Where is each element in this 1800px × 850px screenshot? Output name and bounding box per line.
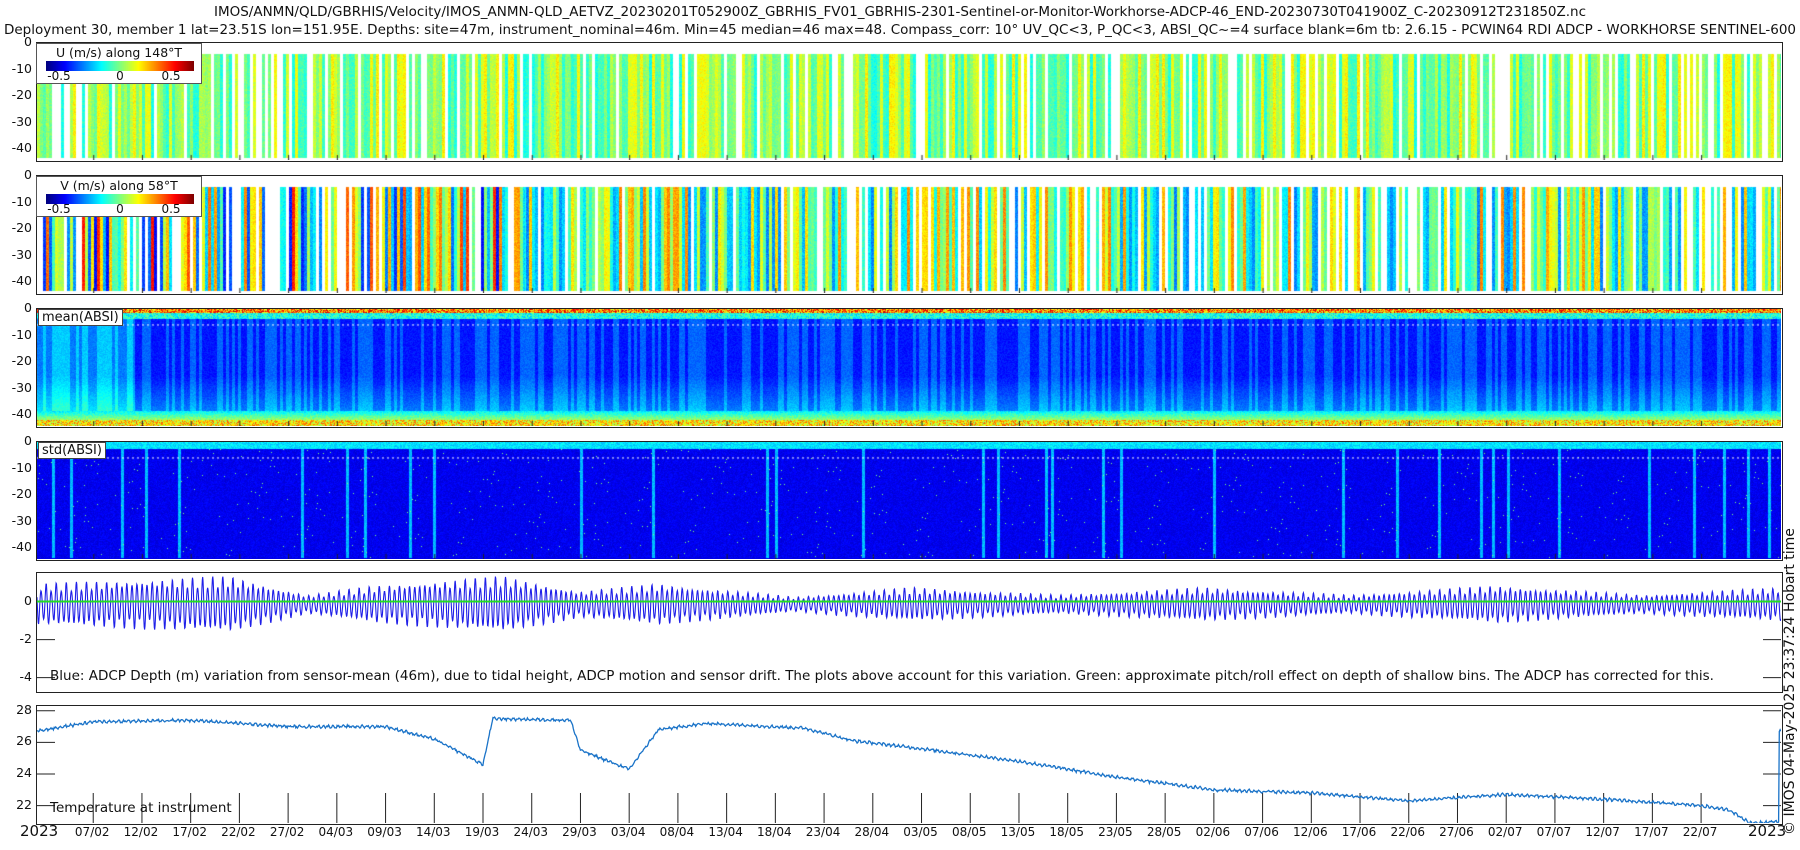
x-tick-label: 03/04 xyxy=(610,825,646,839)
colorbar-tick: 0 xyxy=(116,69,124,83)
y-tick-label: -20 xyxy=(11,220,32,236)
y-tick-label: -40 xyxy=(11,273,32,289)
x-tick-label: 22/02 xyxy=(221,825,256,839)
x-tick-label: 07/02 xyxy=(74,825,110,839)
x-tick-label: 12/02 xyxy=(123,825,159,839)
y-tick-label: -4 xyxy=(19,668,32,684)
colorbar-tick: 0.5 xyxy=(161,69,181,83)
y-tick-label: 24 xyxy=(16,764,32,780)
x-tick-label: 22/06 xyxy=(1390,825,1426,839)
x-tick-label: 28/04 xyxy=(854,825,890,839)
y-tick-label: -10 xyxy=(11,459,32,475)
y-tick-label: 0 xyxy=(24,300,32,315)
x-tick-label: 19/03 xyxy=(464,825,500,839)
x-tick-label: 12/06 xyxy=(1293,825,1328,839)
u-legend-title: U (m/s) along 148°T xyxy=(55,45,183,60)
temperature-label: Temperature at instrument xyxy=(50,800,232,816)
x-tick-label: 08/05 xyxy=(951,825,987,839)
y-tick-label: 0 xyxy=(24,433,32,448)
u-velocity-heatmap-panel xyxy=(36,42,1783,162)
mean-absi-label: mean(ABSI) xyxy=(38,309,123,326)
x-tick-label: 17/07 xyxy=(1634,825,1669,839)
x-axis-start-year: 2023 xyxy=(20,822,59,840)
v-velocity-heatmap xyxy=(37,176,1781,293)
y-tick-label: -40 xyxy=(11,539,32,555)
x-tick-label: 17/02 xyxy=(172,825,207,839)
colorbar-tick: 0 xyxy=(116,202,124,216)
x-tick-label: 13/05 xyxy=(1000,825,1036,839)
v-velocity-heatmap-panel xyxy=(36,175,1783,295)
y-tick-label: 26 xyxy=(16,733,32,749)
x-tick-label: 14/03 xyxy=(415,825,451,839)
x-tick-label: 12/07 xyxy=(1585,825,1620,839)
u-colorbar-legend: U (m/s) along 148°T -0.5 0 0.5 xyxy=(36,43,202,84)
x-tick-label: 28/05 xyxy=(1146,825,1182,839)
u-velocity-heatmap xyxy=(37,43,1781,160)
std-absi-label: std(ABSI) xyxy=(38,442,106,459)
x-tick-label: 29/03 xyxy=(562,825,597,839)
y-tick-label: -20 xyxy=(11,486,32,502)
y-tick-label: 0 xyxy=(24,592,32,608)
y-tick-label: -2 xyxy=(19,630,32,646)
x-axis-end-year: 2023 xyxy=(1748,822,1787,840)
y-tick-label: -30 xyxy=(11,379,32,395)
y-tick-label: -40 xyxy=(11,406,32,422)
copyright-timestamp: © IMOS 04-May-2025 23:37:24 Hobart time xyxy=(1782,528,1798,835)
x-tick-label: 23/05 xyxy=(1098,825,1133,839)
y-tick-label: -20 xyxy=(11,353,32,369)
x-tick-label: 27/06 xyxy=(1439,825,1474,839)
figure-title-line2: Deployment 30, member 1 lat=23.51S lon=1… xyxy=(3,22,1796,38)
temperature-plot xyxy=(37,710,1781,823)
colorbar-tick: -0.5 xyxy=(47,69,71,83)
y-tick-label: -10 xyxy=(11,193,32,209)
x-tick-label: 24/03 xyxy=(513,825,549,839)
x-tick-label: 18/04 xyxy=(757,825,792,839)
x-tick-label: 08/04 xyxy=(659,825,695,839)
x-tick-label: 07/06 xyxy=(1244,825,1279,839)
y-tick-label: -30 xyxy=(11,246,32,262)
y-tick-label: -30 xyxy=(11,113,32,129)
x-tick-label: 02/06 xyxy=(1195,825,1231,839)
x-tick-label: 13/04 xyxy=(708,825,743,839)
y-tick-label: 22 xyxy=(16,796,32,812)
x-tick-label: 07/07 xyxy=(1536,825,1572,839)
y-tick-label: -10 xyxy=(11,60,32,76)
x-tick-label: 22/07 xyxy=(1682,825,1718,839)
y-tick-label: -10 xyxy=(11,326,32,342)
x-tick-label: 27/02 xyxy=(269,825,305,839)
depth-plot-note: Blue: ADCP Depth (m) variation from sens… xyxy=(50,668,1714,684)
y-tick-label: -30 xyxy=(11,512,32,528)
y-tick-label: -20 xyxy=(11,87,32,103)
x-tick-label: 09/03 xyxy=(367,825,402,839)
depth-variation-line xyxy=(37,576,1781,632)
x-tick-label: 03/05 xyxy=(903,825,938,839)
y-tick-label: 28 xyxy=(16,701,32,717)
mean-absi-heatmap-panel xyxy=(36,308,1783,428)
v-legend-title: V (m/s) along 58°T xyxy=(60,178,178,193)
v-colorbar-legend: V (m/s) along 58°T -0.5 0 0.5 xyxy=(36,176,202,217)
colorbar-tick: -0.5 xyxy=(47,202,71,216)
colorbar-tick: 0.5 xyxy=(161,202,181,216)
x-tick-label: 04/03 xyxy=(318,825,354,839)
std-absi-heatmap xyxy=(37,442,1781,559)
x-tick-label: 23/04 xyxy=(805,825,841,839)
y-tick-label: 0 xyxy=(24,34,32,49)
std-absi-heatmap-panel xyxy=(36,441,1783,561)
x-tick-label: 17/06 xyxy=(1341,825,1377,839)
temperature-panel xyxy=(36,705,1783,825)
y-tick-label: 0 xyxy=(24,167,32,182)
temperature-line xyxy=(37,716,1781,823)
x-tick-label: 18/05 xyxy=(1049,825,1084,839)
figure-title-line1: IMOS/ANMN/QLD/GBRHIS/Velocity/IMOS_ANMN-… xyxy=(213,4,1587,20)
y-tick-label: -40 xyxy=(11,140,32,156)
mean-absi-heatmap xyxy=(37,309,1781,426)
x-tick-label: 02/07 xyxy=(1487,825,1523,839)
